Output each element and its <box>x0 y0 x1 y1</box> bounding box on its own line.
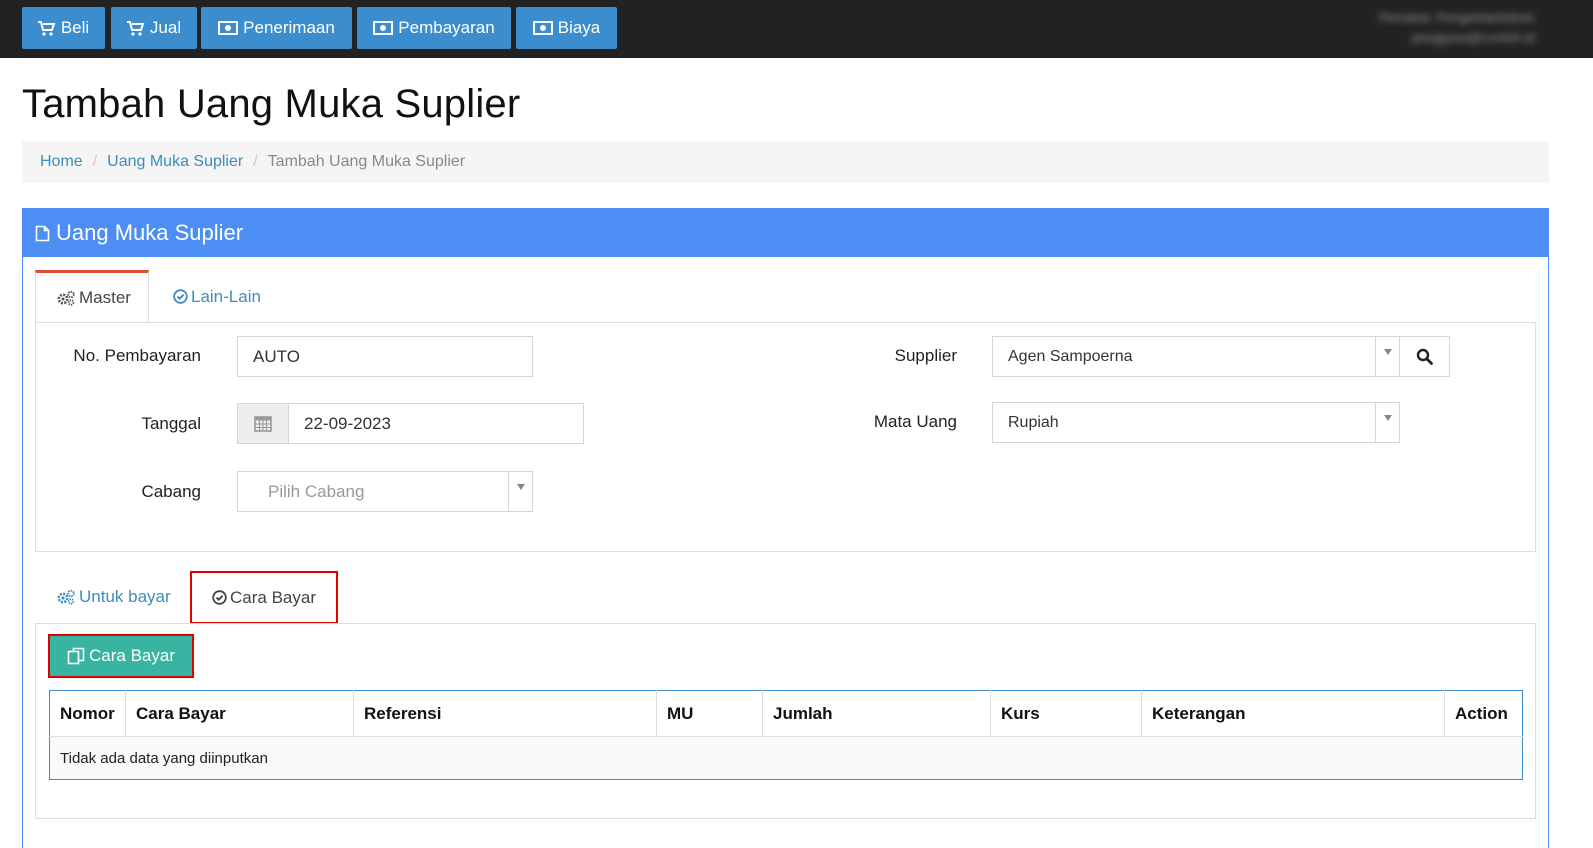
no-pembayaran-value: AUTO <box>253 346 300 366</box>
col-cara-bayar: Cara Bayar <box>125 690 354 737</box>
breadcrumb-separator: / <box>253 153 258 170</box>
tab-cara-bayar-label: Cara Bayar <box>230 587 316 607</box>
check-circle-icon <box>173 289 188 304</box>
cabang-label: Cabang <box>141 482 201 501</box>
col-action: Action <box>1444 690 1523 737</box>
check-circle-icon <box>212 590 227 605</box>
tanggal-label: Tanggal <box>141 414 201 433</box>
supplier-value: Agen Sampoerna <box>1008 347 1133 365</box>
page-title: Tambah Uang Muka Suplier <box>22 82 521 126</box>
tab-lain-lain-label: Lain-Lain <box>191 286 261 306</box>
col-nomor: Nomor <box>49 690 126 737</box>
supplier-select[interactable]: Agen Sampoerna <box>992 336 1400 377</box>
cabang-select[interactable]: Pilih Cabang <box>237 471 533 512</box>
gears-icon <box>57 589 75 605</box>
breadcrumb-home[interactable]: Home <box>40 153 83 171</box>
mata-uang-value: Rupiah <box>1008 413 1059 431</box>
penerimaan-label: Penerimaan <box>243 18 335 37</box>
panel-header: Uang Muka Suplier <box>23 209 1548 257</box>
cara-bayar-table: Nomor Cara Bayar Referensi MU Jumlah Kur… <box>49 690 1523 780</box>
panel-title: Uang Muka Suplier <box>56 220 244 245</box>
tanggal-field[interactable]: 22-09-2023 <box>288 403 584 444</box>
tab-lain-lain[interactable]: Lain-Lain <box>173 270 283 323</box>
gears-icon <box>57 290 75 306</box>
biaya-button[interactable]: Biaya <box>516 7 617 49</box>
tab-master[interactable]: Master <box>35 270 149 323</box>
col-keterangan: Keterangan <box>1141 690 1445 737</box>
jual-label: Jual <box>149 18 182 37</box>
user-line-2: pengguna@contoh.id <box>1411 30 1535 45</box>
jual-button[interactable]: Jual <box>111 7 197 49</box>
table-row: Tidak ada data yang diinputkan <box>49 736 1523 780</box>
no-pembayaran-field[interactable]: AUTO <box>237 336 533 377</box>
file-icon <box>35 225 50 241</box>
mata-uang-label: Mata Uang <box>873 412 957 431</box>
mata-uang-select[interactable]: Rupiah <box>992 402 1400 443</box>
no-pembayaran-label: No. Pembayaran <box>73 346 201 365</box>
pembayaran-button[interactable]: Pembayaran <box>357 7 511 49</box>
col-referensi: Referensi <box>353 690 657 737</box>
calendar-icon <box>254 416 272 432</box>
uang-muka-panel: Uang Muka Suplier Master Lain-Lain No. P… <box>22 208 1549 848</box>
money-icon <box>373 21 394 35</box>
col-mu: MU <box>656 690 763 737</box>
col-jumlah: Jumlah <box>762 690 991 737</box>
supplier-search-button[interactable] <box>1399 336 1450 377</box>
tanggal-value: 22-09-2023 <box>304 413 391 433</box>
breadcrumb-current: Tambah Uang Muka Suplier <box>267 153 466 170</box>
breadcrumb-separator: / <box>92 153 98 170</box>
tab-master-label: Master <box>79 288 131 307</box>
tab-untuk-bayar-label: Untuk bayar <box>79 587 171 606</box>
add-cara-bayar-label: Cara Bayar <box>89 646 175 665</box>
user-info[interactable]: Pemakai: Pengelola/Admin pengguna@contoh… <box>1379 8 1535 48</box>
chevron-down-icon <box>1375 337 1399 376</box>
tab-untuk-bayar[interactable]: Untuk bayar <box>56 587 171 607</box>
beli-label: Beli <box>60 18 90 37</box>
money-icon <box>218 21 239 35</box>
calendar-addon[interactable] <box>237 403 289 444</box>
beli-button[interactable]: Beli <box>22 7 105 49</box>
penerimaan-button[interactable]: Penerimaan <box>201 7 352 49</box>
money-icon <box>532 21 553 35</box>
biaya-label: Biaya <box>557 18 601 37</box>
user-line-1: Pemakai: Pengelola/Admin <box>1378 10 1535 25</box>
add-cara-bayar-button[interactable]: Cara Bayar <box>48 634 194 678</box>
shopping-cart-icon <box>126 20 145 36</box>
cabang-placeholder: Pilih Cabang <box>268 481 365 501</box>
chevron-down-icon <box>508 472 532 511</box>
col-kurs: Kurs <box>990 690 1142 737</box>
table-header-row: Nomor Cara Bayar Referensi MU Jumlah Kur… <box>49 690 1523 737</box>
breadcrumb-uang-muka-suplier[interactable]: Uang Muka Suplier <box>107 153 243 171</box>
pembayaran-label: Pembayaran <box>398 18 495 37</box>
copy-icon <box>67 647 85 665</box>
form-tabs: Master Lain-Lain <box>35 270 1536 323</box>
tab-cara-bayar[interactable]: Cara Bayar <box>190 571 338 624</box>
top-navbar: Beli Jual Penerimaan Pembayaran Biaya Pe… <box>0 0 1593 58</box>
shopping-cart-icon <box>37 20 56 36</box>
search-icon <box>1416 348 1433 365</box>
chevron-down-icon <box>1375 403 1399 442</box>
empty-table-message: Tidak ada data yang diinputkan <box>49 736 1523 780</box>
supplier-label: Supplier <box>894 346 957 365</box>
breadcrumb: Home / Uang Muka Suplier / Tambah Uang M… <box>22 141 1549 183</box>
